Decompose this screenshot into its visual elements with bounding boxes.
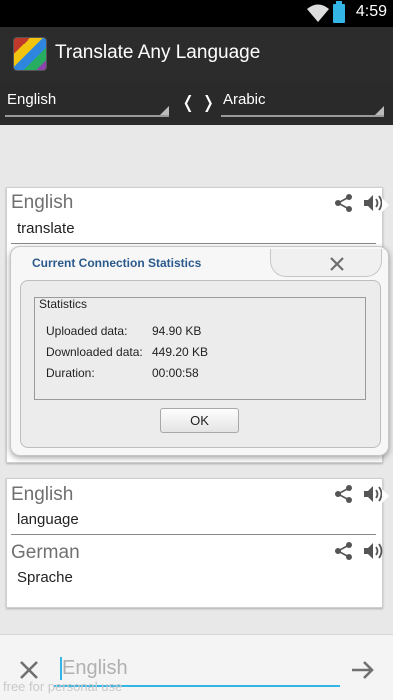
card-language-label: English	[11, 192, 74, 213]
card-text: translate	[17, 220, 75, 237]
share-icon[interactable]	[334, 193, 354, 213]
battery-charging-icon	[333, 1, 345, 23]
arrow-right-icon[interactable]	[350, 659, 376, 681]
speaker-icon[interactable]	[362, 193, 384, 213]
clear-icon[interactable]	[18, 659, 40, 681]
watermark-text: free for personal use	[3, 679, 123, 694]
translation-card[interactable]: English language German Sprache	[6, 478, 389, 608]
connection-statistics-dialog: Current Connection Statistics Statistics…	[10, 246, 389, 456]
duration-label: Duration:	[46, 366, 95, 380]
speaker-icon[interactable]	[362, 541, 384, 561]
card-language-label: English	[11, 484, 74, 505]
card-pointer	[382, 489, 389, 503]
clock: 4:59	[355, 3, 387, 20]
to-language-label: Arabic	[223, 91, 266, 108]
spinner-arrow-icon	[375, 106, 384, 115]
statistics-groupbox: Statistics Uploaded data: 94.90 KB Downl…	[34, 297, 366, 400]
dialog-content-panel: Statistics Uploaded data: 94.90 KB Downl…	[20, 280, 381, 448]
app-title: Translate Any Language	[55, 42, 261, 63]
uploaded-data-value: 94.90 KB	[152, 324, 202, 338]
ok-button[interactable]: OK	[160, 408, 239, 433]
action-bar: Translate Any Language	[0, 27, 393, 81]
language-selector-bar: English ❬❭ Arabic	[0, 81, 393, 125]
wifi-icon	[307, 4, 329, 22]
flags-app-icon[interactable]	[13, 37, 47, 71]
spinner-arrow-icon	[160, 106, 169, 115]
close-icon[interactable]	[326, 253, 348, 275]
card-pointer	[382, 198, 389, 212]
share-icon[interactable]	[334, 541, 354, 561]
dialog-title: Current Connection Statistics	[32, 256, 202, 270]
card-text: Sprache	[17, 569, 73, 586]
uploaded-data-label: Uploaded data:	[46, 324, 128, 338]
card-divider	[11, 534, 376, 535]
card-divider	[11, 243, 376, 244]
from-language-spinner[interactable]: English	[5, 91, 169, 117]
card-language-label: German	[11, 542, 80, 563]
to-language-spinner[interactable]: Arabic	[221, 91, 384, 117]
downloaded-data-label: Downloaded data:	[46, 345, 143, 359]
swap-languages-button[interactable]: ❬❭	[181, 93, 222, 113]
from-language-label: English	[7, 91, 57, 108]
card-text: language	[17, 511, 79, 528]
groupbox-title: Statistics	[39, 297, 88, 311]
speaker-icon[interactable]	[362, 484, 384, 504]
duration-value: 00:00:58	[152, 366, 199, 380]
downloaded-data-value: 449.20 KB	[152, 345, 209, 359]
text-cursor	[60, 657, 62, 680]
share-icon[interactable]	[334, 484, 354, 504]
status-bar: 4:59	[0, 0, 393, 27]
